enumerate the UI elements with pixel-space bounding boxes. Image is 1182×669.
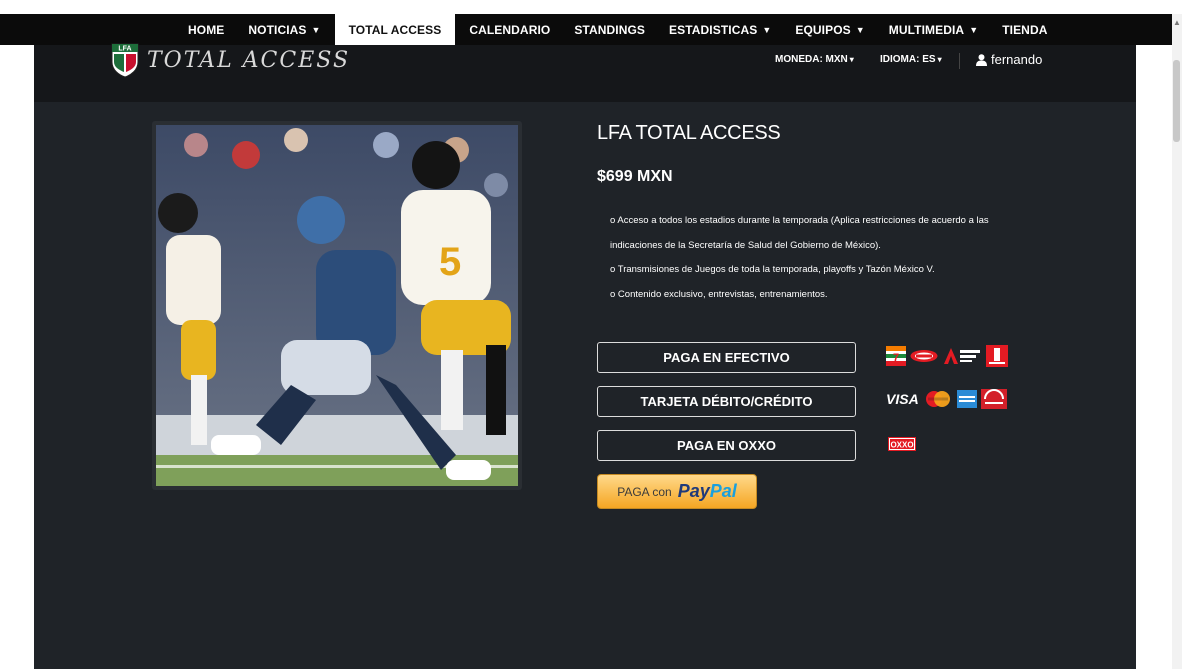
pay-card-label: TARJETA DÉBITO/CRÉDITO <box>640 394 813 409</box>
product-photo-frame: 5 <box>152 121 522 490</box>
nav-item-standings[interactable]: STANDINGS <box>562 14 657 45</box>
nav-item-label: NOTICIAS <box>248 22 307 37</box>
svg-text:7: 7 <box>893 352 899 364</box>
nav-item-label: TIENDA <box>1002 22 1048 37</box>
user-icon <box>976 53 987 66</box>
main-panel: LFA TOTAL ACCESS MONEDA: MXN ▾ IDIOMA: ES… <box>34 42 1136 669</box>
caret-down-icon: ▼ <box>969 24 979 35</box>
pay-cash-button[interactable]: PAGA EN EFECTIVO <box>597 342 856 373</box>
nav-item-label: HOME <box>188 22 225 37</box>
oxxo-icon-text: OXXO <box>890 440 913 449</box>
caret-down-icon: ▼ <box>855 24 865 35</box>
top-nav: HOME NOTICIAS ▼ TOTAL ACCESS CALENDARIO S… <box>0 14 1172 45</box>
seven-eleven-icon: 7 <box>886 346 906 366</box>
product-title: LFA TOTAL ACCESS <box>597 122 781 144</box>
extra-store-icon <box>910 350 938 362</box>
visa-icon: VISA <box>886 391 919 407</box>
feature-line: indicaciones de la Secretaría de Salud d… <box>610 239 881 251</box>
currency-label: MONEDA: MXN <box>775 54 848 65</box>
nav-item-noticias[interactable]: NOTICIAS ▼ <box>236 14 332 45</box>
card-brand-logos: VISA <box>886 389 1007 409</box>
currency-selector[interactable]: MONEDA: MXN ▾ <box>775 54 854 65</box>
nav-item-estadisticas[interactable]: ESTADISTICAS ▼ <box>657 14 783 45</box>
paypal-button[interactable]: PAGA con PayPal <box>597 474 757 509</box>
site-header: LFA TOTAL ACCESS MONEDA: MXN ▾ IDIOMA: ES… <box>34 42 1136 102</box>
logo-badge-text: LFA <box>118 46 131 53</box>
feature-line: o Transmisiones de Juegos de toda la tem… <box>610 264 935 275</box>
scrollbar-thumb[interactable] <box>1173 60 1180 142</box>
lfa-shield-logo[interactable]: LFA <box>110 42 140 78</box>
nav-item-multimedia[interactable]: MULTIMEDIA ▼ <box>877 14 990 45</box>
caret-down-icon: ▾ <box>937 55 942 64</box>
nav-item-equipos[interactable]: EQUIPOS ▼ <box>783 14 876 45</box>
nav-item-home[interactable]: HOME <box>176 14 236 45</box>
nav-item-label: CALENDARIO <box>469 22 551 37</box>
nav-items: HOME NOTICIAS ▼ TOTAL ACCESS CALENDARIO S… <box>176 14 1060 45</box>
pay-oxxo-label: PAGA EN OXXO <box>677 438 776 453</box>
product-features: o Acceso a todos los estadios durante la… <box>610 209 1070 307</box>
user-menu[interactable]: fernando <box>976 52 1042 67</box>
nav-item-tienda[interactable]: TIENDA <box>990 14 1059 45</box>
product-price: $699 MXN <box>597 168 673 185</box>
american-express-icon <box>956 390 977 408</box>
user-name: fernando <box>991 52 1043 67</box>
paypal-logo: PayPal <box>678 481 737 502</box>
nav-item-total-access[interactable]: TOTAL ACCESS <box>334 14 456 45</box>
mastercard-icon <box>925 391 950 407</box>
language-label: IDIOMA: ES <box>880 54 936 65</box>
svg-text:5: 5 <box>439 240 461 284</box>
header-divider <box>959 53 960 69</box>
scroll-up-arrow-icon[interactable]: ▲ <box>1173 18 1181 27</box>
benavides-icon <box>986 345 1008 367</box>
cash-store-logos: 7 <box>886 345 1008 367</box>
caret-down-icon: ▾ <box>849 55 854 64</box>
nav-item-label: MULTIMEDIA <box>888 22 965 37</box>
caret-down-icon: ▼ <box>311 24 321 35</box>
feature-line: o Acceso a todos los estadios durante la… <box>610 215 989 226</box>
pay-oxxo-button[interactable]: PAGA EN OXXO <box>597 430 856 461</box>
nav-item-label: STANDINGS <box>574 22 646 37</box>
oxxo-icon: OXXO <box>888 437 916 451</box>
nav-item-calendario[interactable]: CALENDARIO <box>457 14 562 45</box>
nav-item-label: TOTAL ACCESS <box>348 22 442 37</box>
language-selector[interactable]: IDIOMA: ES ▾ <box>880 54 942 65</box>
carnet-icon <box>980 389 1007 409</box>
farmacias-del-ahorro-icon <box>944 348 980 364</box>
paypal-logo-pal: Pal <box>709 481 737 501</box>
nav-item-label: EQUIPOS <box>795 22 851 37</box>
paypal-prefix: PAGA con <box>617 484 672 499</box>
feature-line: o Contenido exclusivo, entrevistas, entr… <box>610 288 828 300</box>
product-photo: 5 <box>156 125 518 486</box>
pay-cash-label: PAGA EN EFECTIVO <box>663 350 790 365</box>
nav-item-label: ESTADISTICAS <box>669 22 758 37</box>
pay-card-button[interactable]: TARJETA DÉBITO/CRÉDITO <box>597 386 856 417</box>
logo-text[interactable]: TOTAL ACCESS <box>147 48 350 73</box>
paypal-logo-pay: Pay <box>677 481 710 501</box>
caret-down-icon: ▼ <box>762 24 772 35</box>
